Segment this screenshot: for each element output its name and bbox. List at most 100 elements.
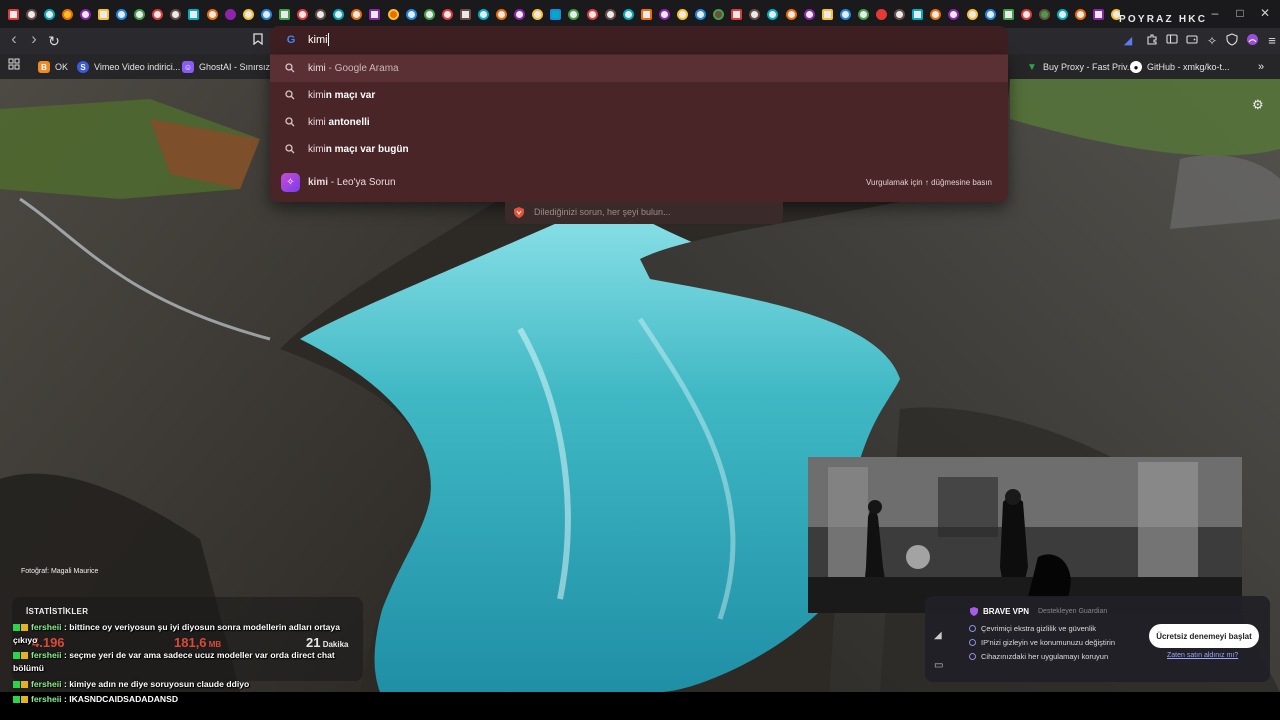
browser-tab[interactable] — [275, 0, 293, 28]
forward-icon[interactable]: › — [26, 30, 42, 47]
maximize-icon[interactable]: □ — [1233, 6, 1247, 20]
menu-icon[interactable]: ≡ — [1264, 33, 1280, 49]
browser-tab[interactable] — [746, 0, 764, 28]
ask-leo-row[interactable]: ✧ kimi - Leo'ya Sorun Vurgulamak için ↑ … — [270, 168, 1008, 196]
bookmark-ok[interactable]: B OK — [38, 59, 68, 75]
browser-tab[interactable] — [999, 0, 1017, 28]
browser-tab[interactable] — [257, 0, 275, 28]
browser-tab[interactable] — [800, 0, 818, 28]
suggestion-row[interactable]: kimin maçı var bugün — [270, 136, 1008, 163]
already-purchased-link[interactable]: Zaten satın aldınız mı? — [1167, 652, 1238, 659]
address-input[interactable] — [308, 32, 908, 48]
browser-tab[interactable] — [1072, 0, 1090, 28]
browser-tab[interactable] — [655, 0, 673, 28]
browser-tab[interactable] — [818, 0, 836, 28]
browser-tab[interactable] — [529, 0, 547, 28]
browser-tab[interactable] — [945, 0, 963, 28]
browser-tab[interactable] — [1053, 0, 1071, 28]
browser-tab[interactable] — [873, 0, 891, 28]
brave-rewards-icon[interactable]: ◢ — [1120, 33, 1136, 49]
leo-sparkle-icon[interactable]: ✧ — [1204, 33, 1220, 49]
customize-gear-icon[interactable]: ⚙ — [1252, 98, 1266, 112]
ask-search-box[interactable]: Dilediğinizi sorun, her şeyi bulun... — [505, 202, 783, 224]
browser-tab[interactable] — [583, 0, 601, 28]
tab-favicon-icon — [785, 8, 797, 20]
browser-tab[interactable] — [22, 0, 40, 28]
browser-tab[interactable] — [619, 0, 637, 28]
browser-tab[interactable] — [40, 0, 58, 28]
suggestion-row[interactable]: kimin maçı var — [270, 82, 1008, 109]
browser-tab[interactable] — [782, 0, 800, 28]
bookmark-vimeo[interactable]: S Vimeo Video indirici... — [77, 59, 180, 75]
browser-tab[interactable] — [673, 0, 691, 28]
browser-tab[interactable] — [185, 0, 203, 28]
bookmark-github[interactable]: ● GitHub - xmkg/ko-t... — [1130, 59, 1230, 75]
browser-tab[interactable] — [854, 0, 872, 28]
minimize-icon[interactable]: – — [1208, 6, 1222, 20]
browser-tab[interactable] — [1017, 0, 1035, 28]
browser-tab[interactable] — [565, 0, 583, 28]
browser-tab[interactable] — [511, 0, 529, 28]
browser-tab[interactable] — [637, 0, 655, 28]
browser-tab[interactable] — [131, 0, 149, 28]
tab-favicon-icon — [930, 8, 942, 20]
back-icon[interactable]: ‹ — [6, 30, 22, 47]
browser-tab[interactable] — [1035, 0, 1053, 28]
browser-tab[interactable] — [221, 0, 239, 28]
browser-tab[interactable] — [76, 0, 94, 28]
more-bookmarks-icon[interactable]: » — [1258, 59, 1264, 75]
browser-tab[interactable] — [330, 0, 348, 28]
bookmark-page-icon[interactable] — [250, 33, 266, 49]
sidebar-icon[interactable] — [1164, 33, 1180, 49]
reload-icon[interactable]: ↻ — [46, 33, 62, 49]
browser-tab[interactable] — [167, 0, 185, 28]
browser-tab[interactable] — [474, 0, 492, 28]
browser-tab[interactable] — [909, 0, 927, 28]
browser-tab[interactable] — [710, 0, 728, 28]
tab-favicon-icon — [912, 8, 924, 20]
browser-tab[interactable] — [438, 0, 456, 28]
browser-tab[interactable] — [312, 0, 330, 28]
browser-tab[interactable] — [348, 0, 366, 28]
browser-tab[interactable] — [981, 0, 999, 28]
browser-tab[interactable] — [420, 0, 438, 28]
wallet-icon[interactable] — [1184, 33, 1200, 49]
browser-tab[interactable] — [113, 0, 131, 28]
suggestion-row[interactable]: kimi - Google Arama — [270, 55, 1008, 82]
browser-tab[interactable] — [891, 0, 909, 28]
browser-tab[interactable] — [149, 0, 167, 28]
widget-signal-icon[interactable]: ◢ — [934, 630, 942, 641]
browser-tab[interactable] — [456, 0, 474, 28]
browser-tab[interactable] — [366, 0, 384, 28]
close-window-icon[interactable]: ✕ — [1258, 6, 1272, 20]
apps-grid-icon[interactable] — [6, 58, 22, 74]
browser-tab[interactable] — [384, 0, 402, 28]
profile-icon[interactable] — [1244, 33, 1260, 49]
browser-tab[interactable] — [547, 0, 565, 28]
suggestion-row[interactable]: kimi antonelli — [270, 109, 1008, 136]
browser-tab[interactable] — [402, 0, 420, 28]
search-icon — [285, 63, 295, 73]
shield-icon[interactable] — [1224, 33, 1240, 49]
browser-tab[interactable] — [728, 0, 746, 28]
browser-tab[interactable] — [203, 0, 221, 28]
browser-tab[interactable] — [1090, 0, 1108, 28]
browser-tab[interactable] — [692, 0, 710, 28]
browser-tab[interactable] — [94, 0, 112, 28]
address-bar[interactable]: G — [270, 26, 1008, 54]
browser-tab[interactable] — [294, 0, 312, 28]
browser-tab[interactable] — [239, 0, 257, 28]
browser-tab[interactable] — [963, 0, 981, 28]
browser-tab[interactable] — [601, 0, 619, 28]
browser-tab[interactable] — [764, 0, 782, 28]
bookmark-buy-proxy[interactable]: ▼ Buy Proxy - Fast Priv... — [1026, 59, 1134, 75]
browser-tab[interactable] — [927, 0, 945, 28]
widget-card-icon[interactable]: ▭ — [934, 660, 943, 671]
start-trial-button[interactable]: Ücretsiz denemeyi başlat — [1149, 624, 1259, 648]
extensions-icon[interactable] — [1144, 33, 1160, 49]
tab-favicon-icon — [7, 8, 19, 20]
browser-tab[interactable] — [836, 0, 854, 28]
browser-tab[interactable] — [58, 0, 76, 28]
browser-tab[interactable] — [493, 0, 511, 28]
browser-tab[interactable] — [4, 0, 22, 28]
